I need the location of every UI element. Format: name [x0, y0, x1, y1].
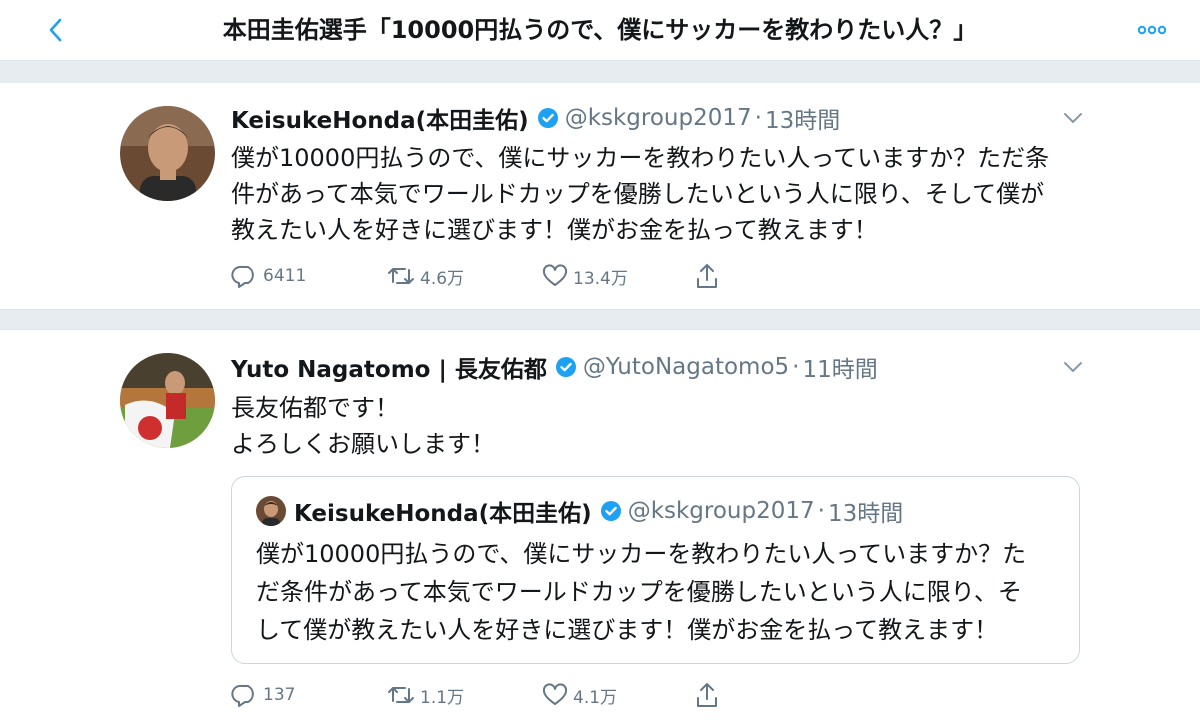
more-button[interactable] [1130, 15, 1174, 45]
handle[interactable]: @kskgroup2017 [565, 105, 752, 131]
quoted-handle: @kskgroup2017 [627, 498, 815, 524]
timestamp[interactable]: 13時間 [765, 101, 840, 135]
retweet-button[interactable]: 1.1万 [386, 680, 464, 710]
tweet-text-line: 長友佑都です！ [231, 394, 399, 422]
tweet-text: 僕が10000円払うので、僕にサッカーを教わりたい人っていますか？ただ条 件があ… [231, 140, 1111, 248]
back-button[interactable] [38, 12, 74, 48]
share-icon [697, 264, 717, 288]
tweet-header: Yuto Nagatomo | 長友佑都 @YutoNagatomo5 · 11… [231, 349, 878, 385]
quoted-text-line: 僕が10000円払うので、僕にサッカーを教わりたい人っていますか？た [256, 540, 1027, 568]
heart-icon [542, 683, 568, 705]
retweet-count: 4.6万 [420, 268, 465, 289]
handle[interactable]: @YutoNagatomo5 [583, 354, 789, 380]
tweet-text-line: 教えたい人を好きに選びます！僕がお金を払って教えます！ [231, 216, 878, 244]
like-button[interactable]: 13.4万 [541, 261, 628, 291]
separator-dot: · [817, 498, 825, 524]
reply-button[interactable]: 137 [231, 680, 295, 710]
tweet-actions: 6411 4.6万 13.4万 [231, 261, 751, 291]
avatar[interactable] [120, 353, 215, 448]
tweet-actions: 137 1.1万 4.1万 [231, 680, 751, 710]
retweet-count: 1.1万 [420, 687, 465, 708]
chevron-down-icon [1064, 113, 1082, 124]
verified-badge-icon [600, 500, 622, 522]
reply-icon [231, 265, 254, 288]
separator-dot: · [792, 354, 800, 380]
retweet-button[interactable]: 4.6万 [386, 261, 464, 291]
quoted-text: 僕が10000円払うので、僕にサッカーを教わりたい人っていますか？た だ条件があ… [256, 535, 1056, 649]
like-count: 13.4万 [573, 268, 628, 289]
quoted-timestamp: 13時間 [827, 501, 904, 527]
chevron-left-icon [49, 18, 62, 42]
verified-badge-icon [555, 356, 577, 378]
reply-icon [231, 684, 254, 707]
quoted-avatar [256, 496, 286, 526]
quoted-text-line: だ条件があって本気でワールドカップを優勝したいという人に限り、そ [256, 578, 1022, 606]
page-title: 本田圭佑選手「10000円払うので、僕にサッカーを教わりたい人？」 [222, 16, 978, 44]
heart-icon [542, 264, 568, 286]
reply-count: 137 [263, 685, 296, 705]
retweet-icon [388, 687, 414, 703]
share-button[interactable] [694, 261, 724, 291]
like-count: 4.1万 [573, 687, 618, 708]
tweet[interactable]: Yuto Nagatomo | 長友佑都 @YutoNagatomo5 · 11… [0, 330, 1200, 725]
share-button[interactable] [694, 680, 724, 710]
quoted-tweet[interactable]: KeisukeHonda(本田圭佑) @kskgroup2017 · 13時間 … [231, 476, 1080, 664]
quoted-display-name: KeisukeHonda(本田圭佑) [294, 501, 592, 527]
chevron-down-icon [1064, 362, 1082, 373]
tweet-text-line: よろしくお願いします！ [231, 430, 495, 458]
reply-button[interactable]: 6411 [231, 261, 306, 291]
section-divider [0, 61, 1200, 83]
tweet-text-line: 僕が10000円払うので、僕にサッカーを教わりたい人っていますか？ただ条 [231, 144, 1050, 172]
tweet-text: 長友佑都です！ よろしくお願いします！ [231, 390, 1111, 462]
quoted-text-line: して僕が教えたい人を好きに選びます！僕がお金を払って教えます！ [256, 616, 999, 644]
tweet-text-line: 件があって本気でワールドカップを優勝したいという人に限り、そして僕が [231, 180, 1045, 208]
share-icon [697, 683, 717, 707]
display-name[interactable]: KeisukeHonda(本田圭佑) [231, 101, 529, 135]
reply-count: 6411 [263, 266, 307, 286]
top-bar: 本田圭佑選手「10000円払うので、僕にサッカーを教わりたい人？」 [0, 0, 1200, 61]
tweet-menu-button[interactable] [1058, 103, 1088, 133]
tweet[interactable]: KeisukeHonda(本田圭佑) @kskgroup2017 · 13時間 … [0, 83, 1200, 309]
avatar[interactable] [120, 106, 215, 201]
section-divider [0, 309, 1200, 330]
verified-badge-icon [537, 107, 559, 129]
retweet-icon [388, 268, 414, 284]
display-name[interactable]: Yuto Nagatomo | 長友佑都 [231, 350, 547, 384]
separator-dot: · [754, 105, 762, 131]
tweet-menu-button[interactable] [1058, 352, 1088, 382]
tweet-header: KeisukeHonda(本田圭佑) @kskgroup2017 · 13時間 [231, 100, 840, 136]
more-dots-icon [1137, 25, 1167, 35]
like-button[interactable]: 4.1万 [541, 680, 617, 710]
quoted-header: KeisukeHonda(本田圭佑) @kskgroup2017 · 13時間 [294, 493, 903, 529]
timestamp[interactable]: 11時間 [802, 350, 877, 384]
